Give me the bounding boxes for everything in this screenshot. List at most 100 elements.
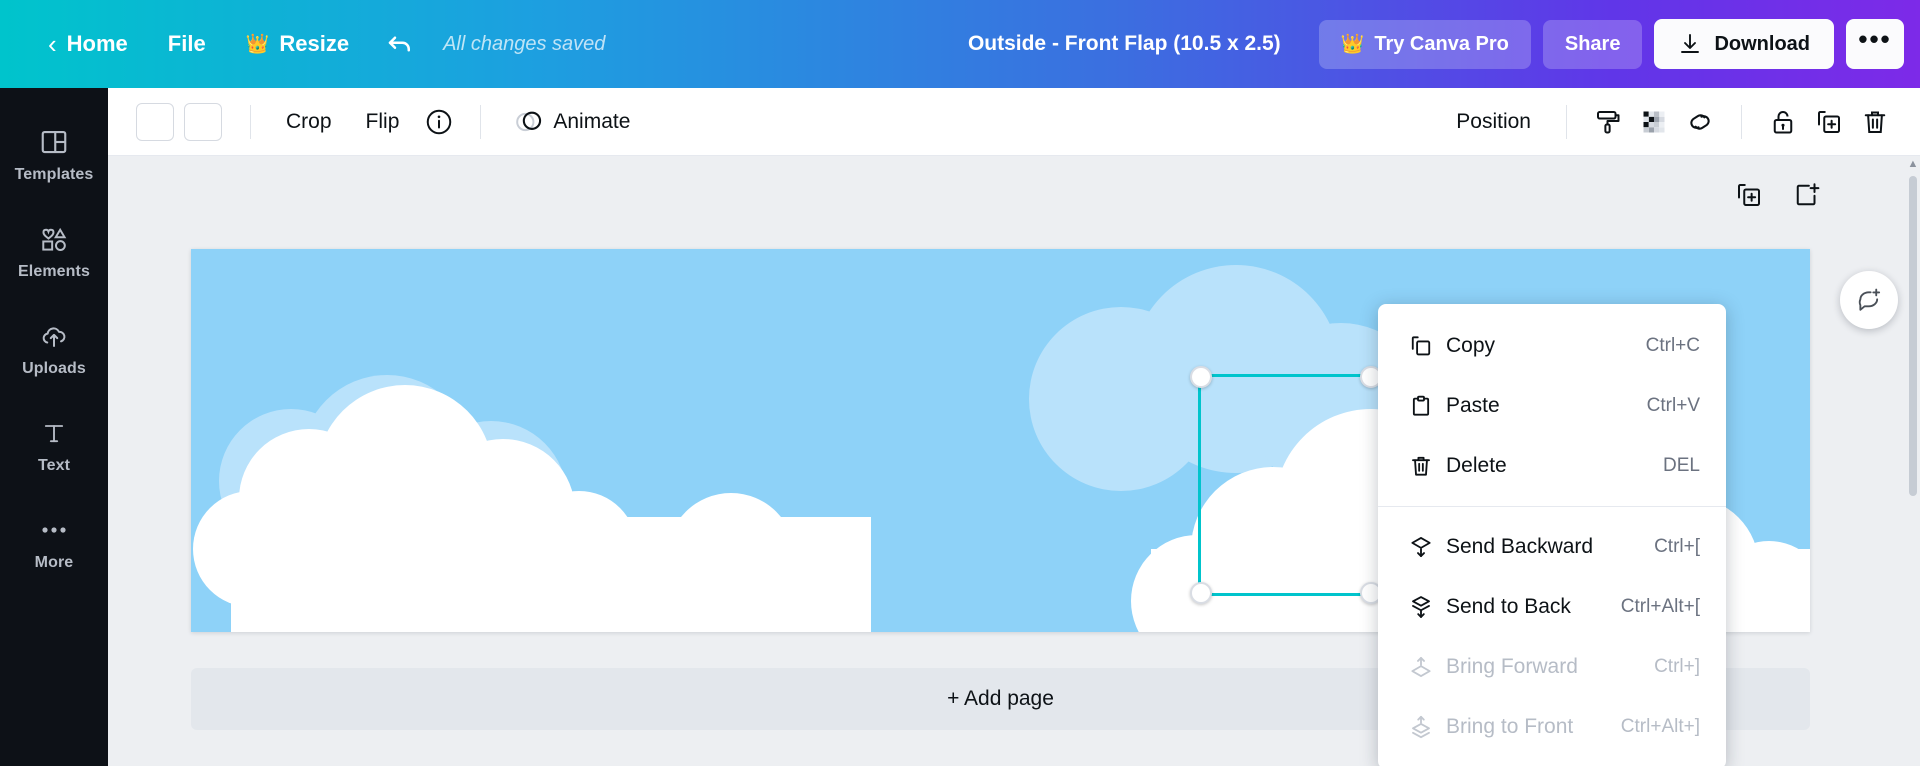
context-menu-item-send-backward[interactable]: Send Backward Ctrl+[	[1378, 517, 1726, 577]
transparency-button[interactable]	[1631, 99, 1677, 145]
context-menu: Copy Ctrl+C Paste Ctrl+V Delete DEL Send…	[1378, 304, 1726, 766]
context-menu-item-delete[interactable]: Delete DEL	[1378, 436, 1726, 496]
context-menu-label: Paste	[1446, 394, 1500, 417]
scrollbar-thumb[interactable]	[1909, 176, 1917, 496]
sidebar-label-more: More	[34, 554, 74, 571]
try-canva-pro-label: Try Canva Pro	[1374, 32, 1509, 55]
context-menu-label: Delete	[1446, 454, 1507, 477]
copy-icon	[1408, 333, 1442, 359]
context-menu-item-bring-forward: Bring Forward Ctrl+]	[1378, 637, 1726, 697]
delete-button[interactable]	[1852, 99, 1898, 145]
file-label: File	[167, 31, 206, 56]
info-button[interactable]	[416, 99, 462, 145]
context-menu-item-send-to-back[interactable]: Send to Back Ctrl+Alt+[	[1378, 577, 1726, 637]
crown-icon: 👑	[1340, 33, 1365, 55]
resize-button[interactable]: 👑 Resize	[226, 21, 369, 67]
add-comment-icon	[1858, 288, 1881, 311]
sidebar-label-uploads: Uploads	[22, 360, 86, 377]
page-tools-group	[1732, 178, 1824, 212]
sidebar-item-more[interactable]: More	[0, 494, 108, 591]
context-menu-label: Bring Forward	[1446, 655, 1578, 678]
vertical-scrollbar[interactable]: ▲	[1906, 156, 1920, 766]
paint-roller-icon	[1597, 110, 1620, 134]
bring-to-front-icon	[1408, 714, 1442, 740]
scroll-up-arrow[interactable]: ▲	[1906, 156, 1920, 172]
context-menu-label: Send Backward	[1446, 535, 1594, 558]
link-button[interactable]	[1677, 99, 1723, 145]
top-header-bar: ‹ Home File 👑 Resize All changes saved O…	[0, 0, 1920, 88]
send-backward-icon	[1408, 534, 1442, 560]
send-to-back-icon	[1408, 594, 1442, 620]
flip-button[interactable]: Flip	[349, 101, 417, 143]
bring-forward-icon	[1408, 654, 1442, 680]
object-toolbar: Crop Flip Animate Position	[108, 88, 1920, 156]
duplicate-icon	[1818, 110, 1840, 133]
save-status-text: All changes saved	[443, 32, 606, 55]
canva-editor: ‹ Home File 👑 Resize All changes saved O…	[0, 0, 1920, 766]
animate-button[interactable]: Animate	[499, 98, 644, 146]
paste-icon	[1408, 393, 1442, 419]
header-center-group: Outside - Front Flap (10.5 x 2.5)	[605, 24, 1318, 64]
context-menu-item-paste[interactable]: Paste Ctrl+V	[1378, 376, 1726, 436]
trash-icon	[1408, 453, 1442, 479]
info-circle-icon	[427, 109, 452, 134]
trash-icon	[1864, 111, 1886, 133]
link-icon	[1690, 113, 1710, 130]
more-dots-icon	[39, 513, 69, 547]
context-menu-separator	[1378, 506, 1726, 507]
context-menu-shortcut: Ctrl+C	[1645, 335, 1700, 356]
context-menu-label: Copy	[1446, 334, 1496, 357]
add-comment-button[interactable]	[1840, 271, 1898, 329]
more-options-button[interactable]: •••	[1846, 19, 1904, 69]
resize-handle-bottom-left[interactable]	[1190, 582, 1212, 604]
context-menu-shortcut: Ctrl+Alt+[	[1620, 596, 1700, 617]
duplicate-button[interactable]	[1806, 99, 1852, 145]
duplicate-page-icon	[1738, 184, 1760, 206]
file-menu-button[interactable]: File	[148, 21, 226, 67]
document-title[interactable]: Outside - Front Flap (10.5 x 2.5)	[956, 24, 1293, 64]
text-t-icon	[40, 416, 68, 450]
context-menu-shortcut: Ctrl+Alt+]	[1620, 716, 1700, 737]
lock-button[interactable]	[1760, 99, 1806, 145]
left-sidebar: Templates Elements Uploads Text More	[0, 88, 108, 766]
context-menu-item-copy[interactable]: Copy Ctrl+C	[1378, 316, 1726, 376]
sidebar-item-elements[interactable]: Elements	[0, 203, 108, 300]
more-dots-icon: •••	[1858, 23, 1892, 54]
transparency-checker-icon	[1643, 111, 1665, 132]
resize-handle-top-left[interactable]	[1190, 366, 1212, 388]
resize-label: Resize	[279, 31, 350, 56]
animate-circles-icon	[516, 111, 542, 131]
download-button[interactable]: Download	[1654, 19, 1834, 69]
add-page-icon	[1796, 183, 1820, 206]
undo-arrow-icon	[388, 36, 411, 52]
context-menu-item-bring-to-front: Bring to Front Ctrl+Alt+]	[1378, 697, 1726, 757]
add-page-label: + Add page	[947, 687, 1054, 710]
color-swatch-one[interactable]	[136, 102, 174, 141]
duplicate-page-button[interactable]	[1732, 178, 1766, 212]
crop-button[interactable]: Crop	[269, 101, 349, 143]
header-left-group: ‹ Home File 👑 Resize All changes saved	[28, 19, 605, 69]
chevron-left-icon: ‹	[48, 29, 57, 59]
download-arrow-icon	[1681, 34, 1700, 53]
position-button[interactable]: Position	[1439, 101, 1548, 143]
color-swatch-two[interactable]	[184, 102, 222, 141]
home-label: Home	[66, 31, 128, 56]
crown-icon: 👑	[245, 33, 270, 55]
context-menu-shortcut: Ctrl+V	[1646, 395, 1700, 416]
undo-button[interactable]	[369, 19, 431, 69]
add-page-button[interactable]	[1790, 178, 1824, 212]
sidebar-item-uploads[interactable]: Uploads	[0, 300, 108, 397]
home-button[interactable]: ‹ Home	[28, 21, 148, 67]
toolbar-divider	[1566, 104, 1567, 139]
try-canva-pro-button[interactable]: 👑 Try Canva Pro	[1318, 19, 1531, 69]
share-button[interactable]: Share	[1542, 19, 1643, 69]
context-menu-shortcut: Ctrl+]	[1654, 656, 1700, 677]
sidebar-item-templates[interactable]: Templates	[0, 106, 108, 203]
paint-roller-button[interactable]	[1585, 99, 1631, 145]
sidebar-item-text[interactable]: Text	[0, 397, 108, 494]
sidebar-label-templates: Templates	[14, 166, 94, 183]
toolbar-divider	[1741, 104, 1742, 139]
animate-label: Animate	[553, 109, 631, 133]
sidebar-label-elements: Elements	[18, 263, 90, 280]
context-menu-shortcut: Ctrl+[	[1654, 536, 1700, 557]
